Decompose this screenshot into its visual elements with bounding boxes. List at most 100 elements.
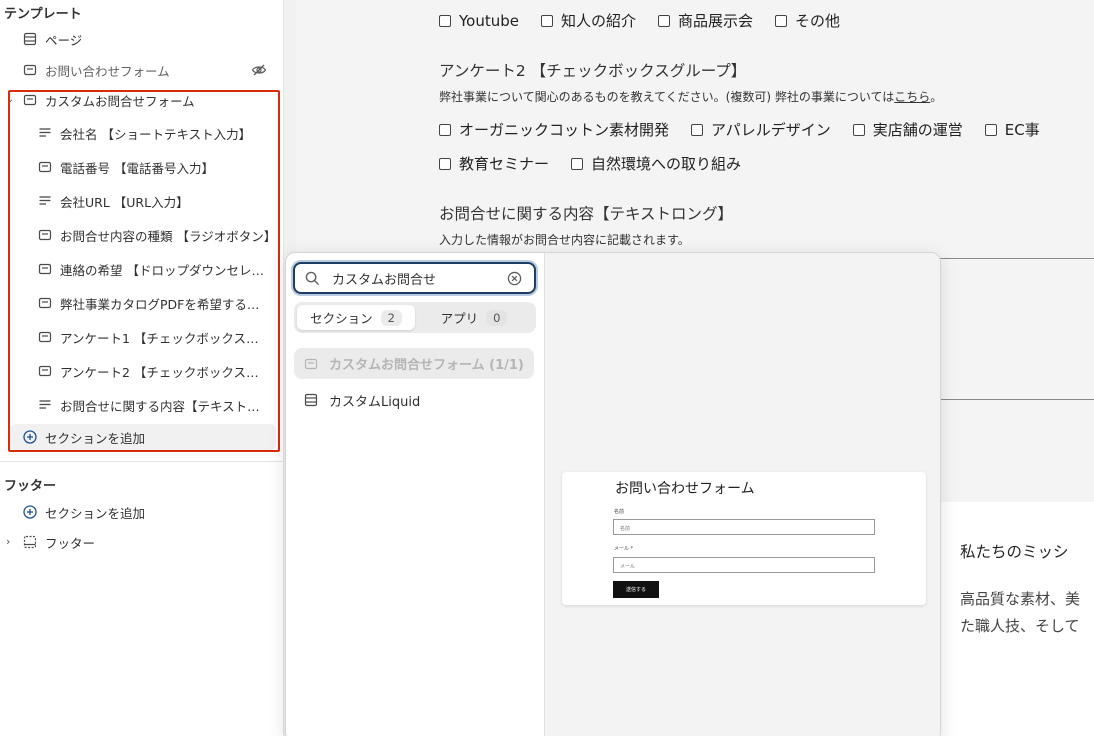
survey2-description: 弊社事業について関心のあるものを教えてください。(複数可) 弊社の事業については…	[439, 90, 943, 104]
checkbox[interactable]	[439, 123, 451, 136]
tab-sections[interactable]: セクション 2	[297, 305, 415, 330]
mail-icon	[37, 227, 53, 243]
mail-icon	[37, 159, 53, 175]
sidebar-item-custom-form[interactable]: カスタムお問合せフォーム	[0, 86, 284, 114]
block-contact-preference[interactable]: 連絡の希望 【ドロップダウンセレクト】	[0, 255, 284, 283]
text-lines-icon	[37, 193, 53, 209]
textarea-border-bottom	[936, 399, 1094, 400]
checkbox-option[interactable]: アパレルデザイン	[691, 119, 831, 140]
tab-apps[interactable]: アプリ 0	[415, 305, 533, 330]
block-catalog-request[interactable]: 弊社事業カタログPDFを希望する【チェックボックス】	[0, 289, 284, 317]
hidden-eye-icon[interactable]	[251, 62, 267, 78]
thumbnail-name-input: 名前	[613, 519, 875, 535]
checkbox-row-source: Youtube 知人の紹介 商品展示会 その他	[439, 10, 840, 31]
thumbnail-name-label: 名前	[614, 509, 625, 515]
liquid-section-icon	[304, 393, 318, 407]
search-input[interactable]: カスタムお問合せ	[293, 262, 536, 294]
search-icon	[305, 271, 320, 285]
checkbox-option[interactable]: 実店舗の運営	[852, 119, 963, 140]
template-section-title: テンプレート	[4, 7, 82, 22]
checkbox[interactable]	[541, 14, 553, 27]
survey2-title: アンケート2 【チェックボックスグループ】	[439, 62, 747, 80]
sidebar: テンプレート ページ お問い合わせフォーム ⌄ カスタムお問合せフォーム 会社名…	[0, 0, 284, 736]
checkbox-option[interactable]: 教育セミナー	[439, 153, 549, 174]
checkbox-row-survey2-b: 教育セミナー 自然環境への取り組み	[439, 153, 741, 174]
form-thumbnail: お問い合わせフォーム 名前 名前 メール * メール 送信する	[562, 472, 926, 605]
checkbox[interactable]	[984, 123, 997, 136]
footer-add-section-button[interactable]: セクションを追加	[0, 498, 284, 526]
checkbox-option[interactable]: その他	[775, 10, 840, 31]
thumbnail-submit-button: 送信する	[613, 581, 659, 598]
sidebar-item-footer[interactable]: フッター	[0, 528, 284, 556]
divider	[0, 461, 284, 462]
block-survey-2[interactable]: アンケート2 【チェックボックスグループ】	[0, 357, 284, 385]
text-lines-icon	[37, 125, 53, 141]
text-lines-icon	[37, 397, 53, 413]
mail-icon	[37, 363, 53, 379]
checkbox[interactable]	[439, 14, 451, 27]
block-inquiry-detail[interactable]: お問合せに関する内容【テキストロング】	[0, 391, 284, 419]
plus-circle-icon	[22, 504, 38, 520]
checkbox-row-survey2-a: オーガニックコットン素材開発 アパレルデザイン 実店舗の運営 EC事	[439, 119, 1040, 140]
footer-section-title: フッター	[4, 479, 57, 494]
sidebar-item-contact-form[interactable]: お問い合わせフォーム	[0, 56, 284, 84]
block-label: お問合せ内容の種類 【ラジオボタン】	[60, 228, 277, 244]
block-label: 連絡の希望 【ドロップダウンセレクト】	[60, 262, 270, 278]
block-inquiry-type[interactable]: お問合せ内容の種類 【ラジオボタン】	[0, 221, 284, 249]
block-label: お問合せに関する内容【テキストロング】	[60, 398, 265, 414]
result-custom-liquid[interactable]: カスタムLiquid	[294, 385, 534, 415]
section-preview-pane: お問い合わせフォーム 名前 名前 メール * メール 送信する	[544, 253, 940, 736]
block-label: アンケート1 【チェックボックスグループ】	[60, 330, 270, 346]
checkbox[interactable]	[691, 123, 704, 136]
tab-count: 2	[380, 309, 402, 326]
checkbox-option[interactable]: Youtube	[439, 10, 519, 31]
thumbnail-email-label: メール *	[614, 546, 634, 552]
survey2-link[interactable]: こちら	[894, 90, 930, 104]
checkbox-option[interactable]: 自然環境への取り組み	[571, 153, 741, 174]
tab-count: 0	[486, 309, 508, 326]
checkbox-option[interactable]: 知人の紹介	[541, 10, 636, 31]
checkbox-option[interactable]: EC事	[984, 119, 1040, 140]
block-label: 弊社事業カタログPDFを希望する【チェックボックス】	[60, 296, 270, 312]
result-custom-contact-form: カスタムお問合せフォーム (1/1)	[294, 348, 534, 379]
long-text-description: 入力した情報がお問合せ内容に記載されます。	[439, 233, 690, 247]
sidebar-item-label: お問い合わせフォーム	[45, 63, 170, 79]
mission-text-line: た職人技、そして	[960, 617, 1080, 635]
add-section-label: セクションを追加	[45, 430, 146, 446]
sidebar-item-label: カスタムお問合せフォーム	[45, 93, 195, 109]
add-section-popover: カスタムお問合せ セクション 2 アプリ 0 カスタムお問合せフォーム (1/1…	[285, 252, 941, 736]
block-phone[interactable]: 電話番号 【電話番号入力】	[0, 153, 284, 181]
block-company-name[interactable]: 会社名 【ショートテキスト入力】	[0, 119, 284, 147]
textarea-border-top	[936, 258, 1094, 259]
mail-icon	[22, 62, 38, 78]
block-label: 会社URL 【URL入力】	[60, 194, 189, 210]
block-company-url[interactable]: 会社URL 【URL入力】	[0, 187, 284, 215]
mail-icon	[37, 261, 53, 277]
thumbnail-title: お問い合わせフォーム	[615, 481, 755, 497]
block-label: 電話番号 【電話番号入力】	[60, 160, 214, 176]
sidebar-item-page[interactable]: ページ	[0, 25, 284, 53]
add-section-button[interactable]: セクションを追加	[0, 423, 284, 451]
checkbox[interactable]	[571, 157, 584, 170]
clear-icon[interactable]	[507, 271, 522, 286]
sidebar-item-label: ページ	[45, 32, 83, 48]
mail-icon	[22, 92, 38, 108]
footer-layout-icon	[22, 534, 38, 550]
block-label: 会社名 【ショートテキスト入力】	[60, 126, 252, 142]
sidebar-item-label: フッター	[45, 535, 96, 551]
checkbox[interactable]	[852, 123, 865, 136]
search-value: カスタムお問合せ	[332, 272, 437, 288]
mission-title: 私たちのミッシ	[960, 543, 1069, 561]
checkbox-option[interactable]: オーガニックコットン素材開発	[439, 119, 669, 140]
page-icon	[22, 31, 38, 47]
block-survey-1[interactable]: アンケート1 【チェックボックスグループ】	[0, 323, 284, 351]
mail-icon	[304, 357, 318, 371]
checkbox[interactable]	[658, 14, 671, 27]
checkbox-option[interactable]: 商品展示会	[658, 10, 753, 31]
thumbnail-email-input: メール	[613, 557, 875, 573]
checkbox[interactable]	[775, 14, 788, 27]
add-section-label: セクションを追加	[45, 505, 146, 521]
long-text-title: お問合せに関する内容【テキストロング】	[439, 205, 734, 223]
checkbox[interactable]	[439, 157, 451, 170]
plus-circle-icon	[22, 429, 38, 445]
